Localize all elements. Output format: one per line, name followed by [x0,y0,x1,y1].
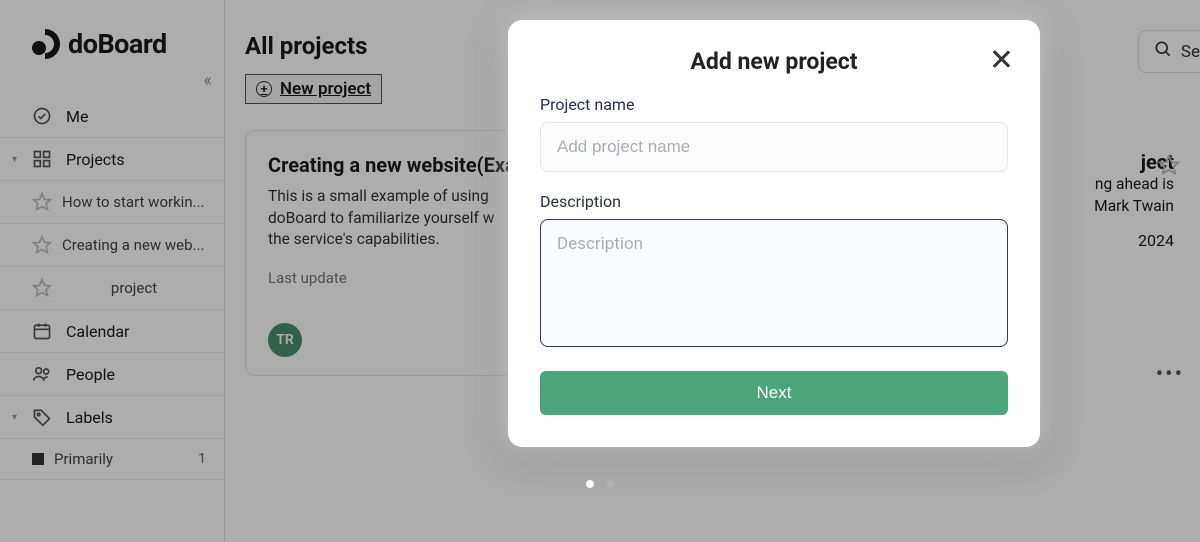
next-button[interactable]: Next [540,371,1008,415]
close-icon[interactable] [988,46,1014,72]
pager-dot[interactable] [586,480,594,488]
modal-title: Add new project [540,48,1008,75]
description-label: Description [540,192,1008,211]
add-project-modal: Add new project Project name Description… [508,20,1040,447]
description-input[interactable] [540,219,1008,347]
project-name-input[interactable] [540,122,1008,172]
pager-dot[interactable] [606,480,614,488]
pager[interactable] [586,480,614,488]
project-name-label: Project name [540,95,1008,114]
